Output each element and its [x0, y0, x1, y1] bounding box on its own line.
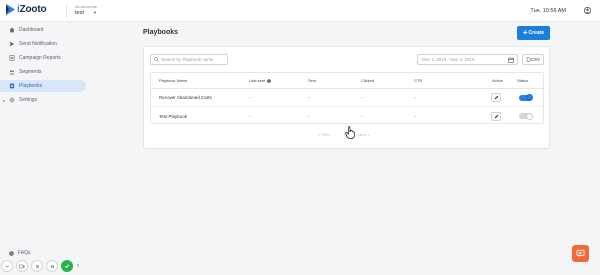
top-bar: iZooto All Accounts test ▼ Tue, 10:56 AM — [0, 0, 600, 22]
caret-down-icon: ▼ — [92, 10, 97, 16]
send-icon — [9, 41, 15, 47]
account-name: test — [75, 10, 84, 16]
clock: Tue, 10:56 AM — [530, 8, 566, 14]
create-button-label: Create — [528, 30, 545, 36]
sidebar-item-label: Settings — [19, 97, 38, 103]
csv-export-button[interactable]: CSV — [522, 54, 544, 65]
hand-cursor-icon — [345, 126, 355, 139]
create-button[interactable]: + Create — [517, 26, 550, 40]
faqs-link[interactable]: ? FAQs — [9, 250, 31, 256]
column-header-ctr: CTR — [414, 78, 423, 83]
gear-icon — [9, 97, 15, 103]
sidebar-item-label: Dashboard — [19, 27, 44, 33]
check-icon — [64, 264, 70, 269]
action-cell — [491, 107, 501, 125]
calendar-icon — [508, 57, 514, 63]
sidebar: Dashboard Send Notification Campaign Rep… — [0, 22, 94, 275]
minimize-button[interactable] — [1, 260, 13, 272]
search-box[interactable] — [150, 54, 228, 65]
sent-value: - — [308, 113, 310, 119]
csv-label: CSV — [530, 57, 541, 62]
table-header: Playbook Name Last sent Sent Clicked CTR… — [151, 73, 543, 89]
chat-icon — [576, 249, 585, 258]
sent-value: - — [308, 95, 310, 100]
search-input[interactable] — [161, 57, 225, 62]
logo-mark-icon — [6, 4, 15, 15]
sidebar-item-label: Playbooks — [19, 83, 43, 89]
close-button[interactable] — [31, 260, 43, 272]
status-toggle[interactable] — [519, 112, 533, 120]
status-cell — [519, 89, 533, 106]
camera-button[interactable] — [16, 260, 28, 272]
pencil-icon — [494, 95, 498, 100]
sidebar-item-label: Send Notification — [19, 41, 57, 47]
sidebar-item-label: Segments — [19, 69, 42, 75]
sidebar-item-settings[interactable]: ▸ Settings — [0, 94, 86, 106]
reports-icon — [9, 55, 15, 61]
column-header-status: Status — [517, 78, 529, 83]
pencil-icon — [494, 114, 498, 118]
segments-icon — [9, 70, 15, 75]
account-switcher[interactable]: All Accounts test ▼ — [75, 4, 97, 16]
pagination-prev[interactable]: « Prev — [318, 132, 330, 137]
column-header-action: Action — [492, 78, 504, 83]
chevron-right-icon: ▸ — [3, 97, 6, 103]
pause-icon — [50, 264, 54, 268]
recording-toolbar: ‹ — [0, 258, 90, 275]
sidebar-item-dashboard[interactable]: Dashboard — [0, 24, 86, 36]
date-range-value: Dec 1, 2019 - Dec 4, 2019 — [422, 57, 475, 62]
close-icon — [35, 264, 39, 268]
sidebar-item-campaign-reports[interactable]: Campaign Reports — [0, 52, 86, 64]
playbooks-icon — [9, 83, 15, 89]
status-toggle[interactable] — [519, 94, 533, 101]
table-row: Test Playbook - - - - — [151, 107, 543, 125]
date-range-picker[interactable]: Dec 1, 2019 - Dec 4, 2019 — [417, 54, 518, 65]
minus-icon — [5, 265, 9, 267]
pause-button[interactable] — [46, 260, 58, 272]
action-cell — [491, 89, 501, 106]
clicked-value: - — [361, 113, 363, 119]
faqs-label: FAQs — [18, 250, 31, 256]
clicked-value: - — [361, 95, 363, 100]
edit-button[interactable] — [491, 111, 501, 121]
column-header-playbook-name: Playbook Name — [159, 78, 188, 83]
playbook-name[interactable]: Test Playbook — [159, 107, 187, 125]
search-icon — [154, 57, 159, 62]
sidebar-item-label: Campaign Reports — [19, 55, 61, 61]
toggle-knob — [526, 112, 533, 120]
toggle-knob — [526, 94, 533, 101]
logo[interactable]: iZooto — [6, 4, 47, 15]
pagination-next[interactable]: Next » — [358, 132, 370, 137]
header-divider — [66, 4, 67, 18]
camera-icon — [19, 264, 25, 268]
last-sent-value: - — [249, 95, 251, 100]
ctr-value: - — [414, 113, 416, 119]
chat-button[interactable] — [572, 245, 589, 262]
column-header-clicked: Clicked — [361, 78, 375, 83]
plus-icon: + — [522, 28, 528, 37]
sidebar-item-send-notification[interactable]: Send Notification — [0, 38, 86, 50]
sidebar-item-segments[interactable]: Segments — [0, 66, 86, 78]
column-header-last-sent: Last sent — [249, 73, 272, 88]
page-title: Playbooks — [143, 29, 179, 36]
playbook-name[interactable]: Recover Abandoned Carts — [159, 89, 212, 106]
status-cell — [519, 107, 533, 125]
help-icon: ? — [9, 250, 14, 255]
collapse-arrow-icon[interactable]: ‹ — [77, 263, 79, 269]
account-label: All Accounts — [75, 4, 97, 9]
sidebar-item-playbooks[interactable]: Playbooks — [0, 80, 86, 92]
user-icon[interactable] — [584, 7, 591, 14]
playbooks-table: Playbook Name Last sent Sent Clicked CTR… — [150, 72, 544, 124]
last-sent-value: - — [249, 113, 251, 119]
svg-text:?: ? — [11, 251, 13, 255]
confirm-button[interactable] — [61, 260, 73, 272]
logo-text: iZooto — [17, 4, 47, 15]
home-icon — [9, 27, 15, 33]
table-row: Recover Abandoned Carts - - - - — [151, 89, 543, 107]
info-icon[interactable] — [267, 78, 272, 83]
edit-button[interactable] — [491, 93, 501, 102]
ctr-value: - — [414, 95, 416, 100]
column-header-sent: Sent — [308, 78, 317, 83]
